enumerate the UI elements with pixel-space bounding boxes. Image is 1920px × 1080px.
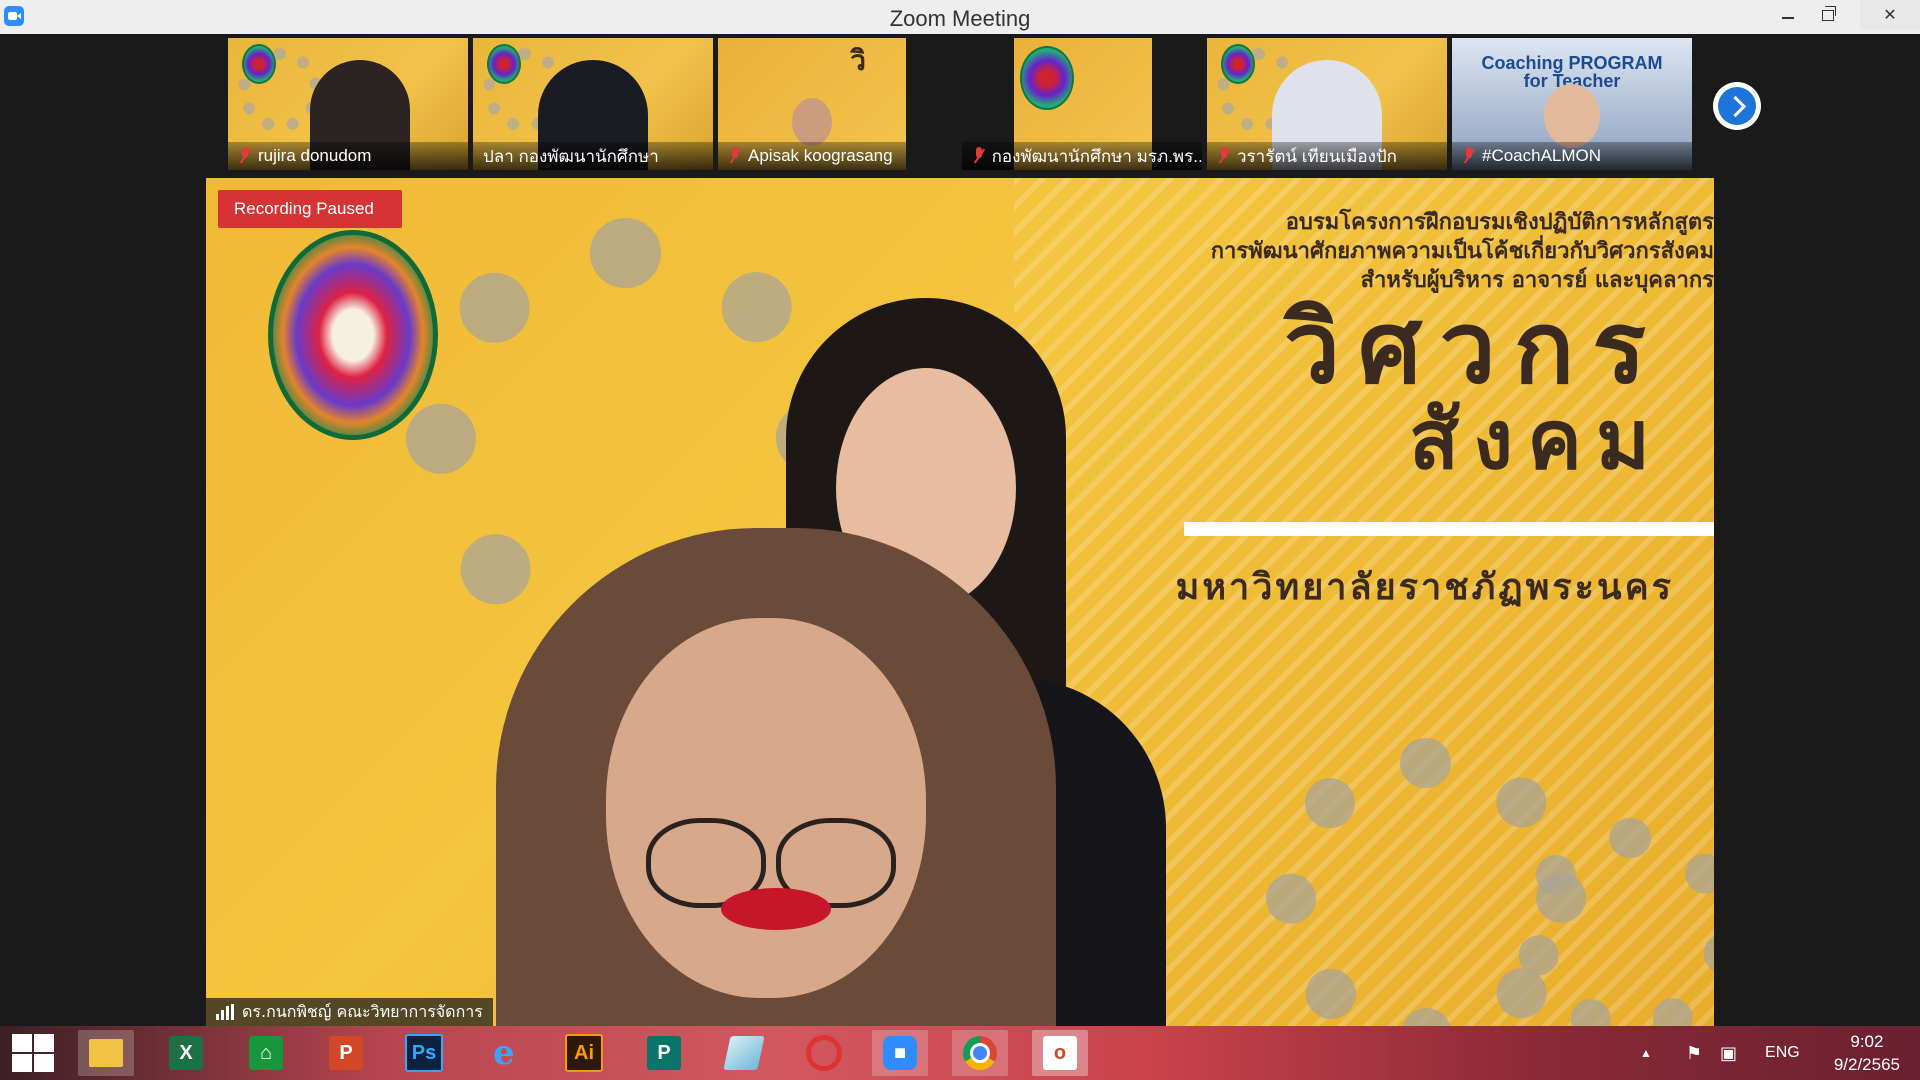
speaker-person (496, 528, 1056, 1026)
photoshop-button[interactable]: Ps (396, 1030, 452, 1076)
participant-face (1544, 84, 1600, 148)
illustrator-button[interactable]: Ai (556, 1030, 612, 1076)
mic-muted-icon (238, 147, 252, 165)
participant-strip: rujira donudom ปลา กองพัฒนานักศึกษา วิ A… (0, 34, 1920, 174)
powerpoint-button[interactable]: P (318, 1030, 374, 1076)
window-title: Zoom Meeting (889, 6, 1031, 31)
participant-name: Apisak koograsang (748, 146, 893, 165)
clock-time: 9:02 (1850, 1032, 1884, 1051)
participant-tile[interactable]: ปลา กองพัฒนานักศึกษา (473, 38, 713, 170)
excel-button[interactable]: X (158, 1030, 214, 1076)
banner-university: มหาวิทยาลัยราชภัฏพระนคร (1175, 567, 1674, 608)
university-seal-icon (1020, 46, 1074, 110)
clock-date: 9/2/2565 (1833, 1055, 1900, 1074)
close-icon: ✕ (1883, 7, 1897, 24)
participant-tile[interactable]: วรารัตน์ เทียนเมืองปัก (1207, 38, 1447, 170)
speaker-name: ดร.กนกพิชญ์ คณะวิทยาการจัดการ (242, 1001, 483, 1021)
mic-muted-icon (1462, 147, 1476, 165)
start-icon-pane (34, 1034, 54, 1052)
banner-title: วิศวกร สังคม (1284, 298, 1664, 484)
participant-name-bar: rujira donudom (228, 142, 468, 170)
participant-name-bar: Apisak koograsang (718, 142, 906, 170)
close-button[interactable]: ✕ (1860, 0, 1920, 30)
photoscape-icon (806, 1035, 842, 1071)
store-icon: ⌂ (249, 1036, 283, 1070)
photoscape-button[interactable] (796, 1030, 852, 1076)
signal-strength-icon (216, 1004, 234, 1020)
speaker-name-label: ดร.กนกพิชญ์ คณะวิทยาการจัดการ (206, 998, 493, 1026)
start-icon (12, 1034, 32, 1052)
title-bar: Zoom Meeting ✕ (0, 0, 1920, 35)
input-language[interactable]: ENG (1765, 1044, 1800, 1062)
banner-subtitle: อบรมโครงการฝึกอบรมเชิงปฏิบัติการหลักสูตร… (1210, 210, 1714, 293)
participant-name: กองพัฒนานักศึกษา มรภ.พร... (991, 146, 1202, 166)
app-button[interactable] (716, 1030, 772, 1076)
participant-tile[interactable]: Coaching PROGRAM for Teacher #CoachALMON (1452, 38, 1692, 170)
banner-divider (1184, 522, 1714, 536)
start-icon-pane (12, 1054, 32, 1072)
next-page-button[interactable] (1713, 82, 1761, 130)
show-hidden-icons-icon[interactable]: ▲ (1640, 1046, 1652, 1060)
university-seal-icon (1221, 44, 1255, 84)
next-button-inner (1718, 87, 1756, 125)
network-icon[interactable]: ▣ (1720, 1043, 1737, 1064)
mic-muted-icon (1217, 147, 1231, 165)
university-seal-icon (242, 44, 276, 84)
publisher-icon: P (647, 1036, 681, 1070)
university-seal-icon (487, 44, 521, 84)
banner-title-line2: สังคม (1409, 393, 1664, 488)
office-icon: o (1043, 1036, 1077, 1070)
file-explorer-button[interactable] (78, 1030, 134, 1076)
excel-icon: X (169, 1036, 203, 1070)
file-explorer-icon (89, 1039, 123, 1067)
recording-status-badge[interactable]: Recording Paused (218, 190, 402, 228)
publisher-button[interactable]: P (636, 1030, 692, 1076)
participant-name-bar: กองพัฒนานักศึกษา มรภ.พร... (962, 142, 1202, 170)
face (606, 618, 926, 998)
participant-name-bar: วรารัตน์ เทียนเมืองปัก (1207, 142, 1447, 170)
taskbar: X ⌂ P Ps e Ai P ■ o ▲ ⚑ ▣ ENG 9:02 9/2/2… (0, 1026, 1920, 1080)
clock[interactable]: 9:02 9/2/2565 (1834, 1030, 1900, 1076)
illustrator-icon: Ai (565, 1034, 603, 1072)
participant-name: rujira donudom (258, 146, 372, 165)
participant-name-bar: ปลา กองพัฒนานักศึกษา (473, 142, 713, 170)
participant-tile[interactable]: วิ Apisak koograsang (718, 38, 906, 170)
internet-explorer-button[interactable]: e (476, 1030, 532, 1076)
minimize-icon (1782, 17, 1794, 19)
participant-name: #CoachALMON (1482, 146, 1602, 165)
participant-name-bar: #CoachALMON (1452, 142, 1692, 170)
participant-tile[interactable]: rujira donudom (228, 38, 468, 170)
office-button[interactable]: o (1032, 1030, 1088, 1076)
lips (721, 888, 831, 930)
chevron-right-icon (1724, 95, 1746, 117)
mic-muted-icon (728, 147, 742, 165)
zoom-icon: ■ (883, 1036, 917, 1070)
restore-icon (1822, 5, 1836, 21)
store-button[interactable]: ⌂ (238, 1030, 294, 1076)
participant-name: ปลา กองพัฒนานักศึกษา (483, 146, 659, 166)
banner-title-line1: วิศวกร (1283, 289, 1664, 406)
start-button[interactable] (10, 1032, 58, 1074)
participant-tile[interactable]: กองพัฒนานักศึกษา มรภ.พร... (962, 38, 1202, 170)
active-speaker-video[interactable]: อบรมโครงการฝึกอบรมเชิงปฏิบัติการหลักสูตร… (206, 178, 1714, 1026)
university-seal-icon (268, 230, 438, 440)
start-icon-pane (34, 1054, 54, 1072)
tile-banner-text: วิ (850, 44, 866, 77)
internet-explorer-icon: e (493, 1033, 515, 1073)
photoshop-icon: Ps (405, 1034, 443, 1072)
system-tray: ▲ ⚑ ▣ ENG (1640, 1026, 1800, 1080)
chrome-icon (963, 1036, 997, 1070)
powerpoint-icon: P (329, 1036, 363, 1070)
action-center-flag-icon[interactable]: ⚑ (1686, 1043, 1702, 1064)
zoom-button[interactable]: ■ (872, 1030, 928, 1076)
app-icon (723, 1036, 765, 1070)
mic-muted-icon (972, 147, 986, 165)
restore-button[interactable] (1804, 0, 1852, 30)
participant-face (792, 98, 832, 146)
chrome-button[interactable] (952, 1030, 1008, 1076)
participant-name: วรารัตน์ เทียนเมืองปัก (1237, 146, 1397, 166)
